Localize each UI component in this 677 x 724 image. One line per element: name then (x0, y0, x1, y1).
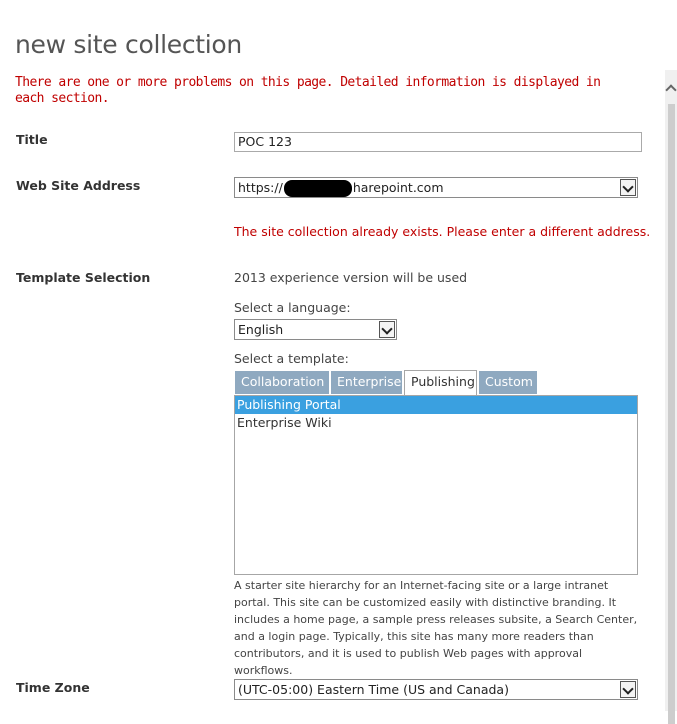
tab-collaboration[interactable]: Collaboration (235, 371, 329, 394)
language-label: Select a language: (234, 300, 351, 315)
time-zone-label: Time Zone (16, 680, 90, 695)
template-label: Select a template: (234, 351, 349, 366)
template-selection-label: Template Selection (16, 270, 151, 285)
title-label: Title (16, 132, 48, 147)
web-site-address-label: Web Site Address (16, 178, 141, 193)
chevron-down-icon[interactable] (620, 681, 636, 698)
tab-custom[interactable]: Custom (479, 371, 537, 394)
template-publishing-portal[interactable]: Publishing Portal (235, 396, 637, 414)
chevron-up-icon[interactable] (665, 84, 677, 96)
time-zone-select[interactable]: (UTC-05:00) Eastern Time (US and Canada) (234, 679, 638, 700)
address-prefix: https:// (238, 180, 283, 195)
tab-enterprise[interactable]: Enterprise (331, 371, 402, 394)
tab-publishing[interactable]: Publishing (404, 370, 477, 395)
language-select[interactable]: English (234, 319, 397, 340)
title-input[interactable]: POC 123 (234, 132, 642, 152)
vertical-scrollbar[interactable] (665, 70, 677, 724)
time-zone-value: (UTC-05:00) Eastern Time (US and Canada) (238, 682, 509, 697)
language-value: English (238, 322, 284, 337)
scrollbar-thumb[interactable] (668, 104, 675, 724)
chevron-down-icon[interactable] (379, 321, 395, 338)
chevron-down-icon[interactable] (620, 179, 636, 196)
template-listbox[interactable]: Publishing Portal Enterprise Wiki (234, 395, 638, 575)
redacted-block (283, 180, 352, 197)
page-title: new site collection (15, 30, 242, 59)
address-suffix: harepoint.com (352, 180, 444, 195)
template-description: A starter site hierarchy for an Internet… (234, 579, 638, 677)
address-error: The site collection already exists. Plea… (234, 224, 651, 239)
template-enterprise-wiki[interactable]: Enterprise Wiki (235, 414, 637, 432)
error-banner: There are one or more problems on this p… (15, 75, 601, 106)
experience-note: 2013 experience version will be used (234, 270, 468, 285)
web-site-address-select[interactable]: https:// harepoint.com (234, 177, 638, 198)
